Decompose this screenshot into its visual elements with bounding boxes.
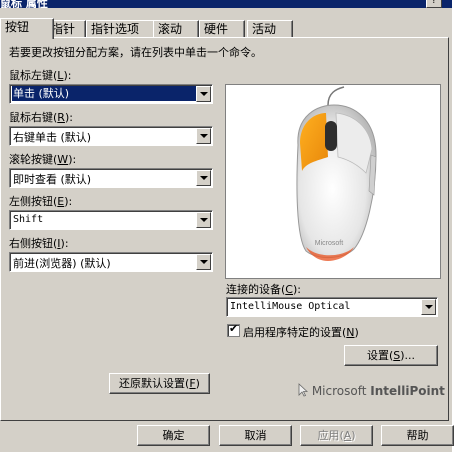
tab-strip: 按钮 指针 指针选项 滚动 硬件 活动	[0, 18, 456, 39]
right-button-value: 右键单击 (默认)	[13, 131, 92, 144]
cancel-button[interactable]: 取消	[219, 425, 292, 446]
right-side-button-select[interactable]: 前进(浏览器) (默认)	[9, 252, 213, 272]
wheel-button-label: 滚轮按键(W):	[9, 153, 77, 166]
wheel-button-value: 即时查看 (默认)	[13, 173, 92, 186]
settings-button[interactable]: 设置(S)...	[344, 345, 438, 366]
left-side-button-select[interactable]: Shift	[9, 210, 213, 230]
apply-button[interactable]: 应用(A)	[300, 425, 373, 446]
title-bar: 鼠标 属性 ?	[0, 0, 456, 8]
connected-device-select[interactable]: IntelliMouse Optical	[226, 297, 438, 317]
help-button[interactable]: 帮助	[381, 425, 454, 446]
right-button-label: 鼠标右键(R):	[9, 111, 73, 124]
checkmark-icon: ✔	[229, 322, 239, 335]
tab-buttons[interactable]: 按钮	[0, 18, 54, 39]
brand-company: Microsoft	[311, 384, 367, 398]
tab-activity[interactable]: 活动	[247, 20, 293, 38]
chevron-down-icon[interactable]	[421, 299, 436, 315]
right-side-button-label: 右侧按钮(I):	[9, 237, 69, 250]
left-side-button-value: Shift	[13, 214, 44, 225]
brand-product: IntelliPoint	[370, 384, 445, 398]
left-button-label: 鼠标左键(L):	[9, 69, 72, 82]
chevron-down-icon[interactable]	[196, 254, 211, 270]
window-edge	[452, 0, 456, 452]
connected-device-label: 连接的设备(C):	[226, 283, 301, 296]
right-button-select[interactable]: 右键单击 (默认)	[9, 126, 213, 146]
pointer-icon	[298, 383, 309, 397]
restore-defaults-button[interactable]: 还原默认设置(F)	[109, 373, 210, 394]
wheel-button-select[interactable]: 即时查看 (默认)	[9, 168, 213, 188]
connected-device-value: IntelliMouse Optical	[230, 301, 351, 312]
tab-pointer-options[interactable]: 指针选项	[86, 20, 156, 38]
ok-button[interactable]: 确定	[137, 425, 210, 446]
mouse-logo-text: Microsoft	[315, 240, 343, 247]
tab-wheel[interactable]: 滚动	[153, 20, 199, 38]
left-side-button-label: 左侧按钮(E):	[9, 195, 73, 208]
help-title-button[interactable]: ?	[426, 0, 442, 8]
right-side-button-value: 前进(浏览器) (默认)	[13, 257, 111, 270]
left-button-value: 单击 (默认)	[12, 86, 210, 101]
app-specific-label[interactable]: 启用程序特定的设置(N)	[243, 324, 359, 340]
chevron-down-icon[interactable]	[196, 86, 211, 102]
chevron-down-icon[interactable]	[196, 128, 211, 144]
tab-hardware[interactable]: 硬件	[199, 20, 245, 38]
window-title: 鼠标 属性	[0, 0, 48, 8]
instruction-text: 若要更改按钮分配方案，请在列表中单击一个命令。	[9, 46, 262, 59]
app-specific-checkbox[interactable]: ✔	[227, 322, 240, 337]
chevron-down-icon[interactable]	[196, 170, 211, 186]
left-button-select[interactable]: 单击 (默认)	[9, 84, 213, 104]
mouse-image: Microsoft	[225, 84, 441, 279]
chevron-down-icon[interactable]	[196, 212, 211, 228]
mouse-illustration: Microsoft	[296, 86, 377, 261]
brand-logo: Microsoft IntelliPoint	[298, 383, 445, 398]
